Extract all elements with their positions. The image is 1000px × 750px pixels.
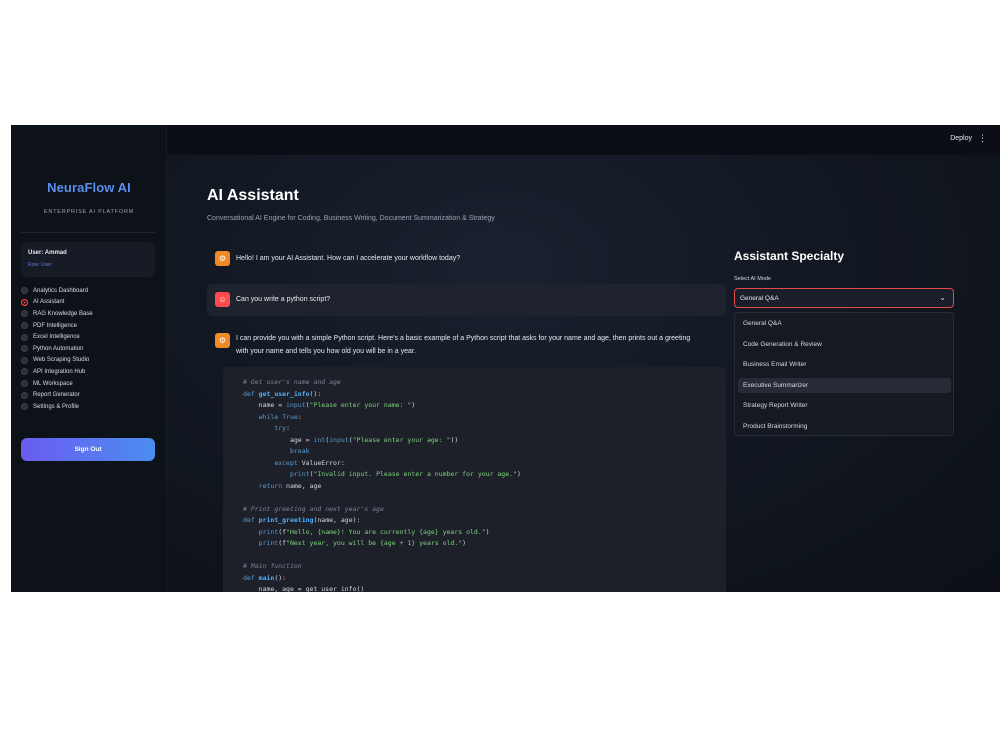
top-bar: Deploy ⋮: [167, 125, 1000, 155]
radio-icon[interactable]: [21, 322, 28, 330]
radio-icon[interactable]: [21, 380, 28, 388]
code-line: age = int(input("Please enter your age: …: [243, 435, 459, 444]
code-line: name, age = get_user_info(): [243, 585, 365, 592]
sidebar-item-label: Analytics Dashboard: [33, 287, 89, 294]
radio-icon[interactable]: [21, 403, 28, 411]
radio-icon[interactable]: [21, 356, 28, 364]
code-line: except ValueError:: [274, 458, 345, 467]
ai-mode-label: Select AI Mode: [734, 276, 771, 282]
sidebar-divider: [21, 232, 155, 233]
code-line: def print_greeting(name, age):: [243, 516, 361, 524]
ai-mode-value: General Q&A: [740, 295, 779, 302]
code-line: def get_user_info():: [243, 389, 322, 398]
sidebar-item-rag-knowledge-base[interactable]: RAG Knowledge Base: [21, 308, 155, 320]
ai-mode-option[interactable]: General Q&A: [738, 316, 951, 331]
message-text: Can you write a python script?: [236, 296, 331, 303]
ai-mode-option[interactable]: Code Generation & Review: [738, 337, 951, 352]
app-window: NeuraFlow AI ENTERPRISE AI PLATFORM User…: [11, 125, 1000, 592]
sidebar-item-label: AI Assistant: [33, 299, 65, 306]
main-content: Deploy ⋮ AI Assistant Conversational AI …: [167, 125, 1000, 592]
sidebar-item-python-automation[interactable]: Python Automation: [21, 343, 155, 355]
ai-mode-option[interactable]: Strategy Report Writer: [738, 398, 951, 413]
sidebar-item-label: API Integration Hub: [33, 368, 86, 375]
chat-message-assistant: ⚙ Hello! I am your AI Assistant. How can…: [207, 248, 726, 270]
radio-icon[interactable]: [21, 345, 28, 353]
code-line: # Get user's name and age: [243, 378, 341, 386]
robot-icon: ⚙: [215, 251, 230, 266]
code-line: print(f"Hello, {name}! You are currently…: [258, 527, 490, 536]
radio-icon[interactable]: [21, 333, 28, 341]
sidebar-item-label: ML Workspace: [33, 380, 73, 387]
code-line: print("Invalid input. Please enter a num…: [289, 470, 521, 478]
sidebar-item-analytics-dashboard[interactable]: Analytics Dashboard: [21, 285, 155, 297]
sidebar-item-report-generator[interactable]: Report Generator: [21, 389, 155, 401]
sidebar-item-ml-workspace[interactable]: ML Workspace: [21, 378, 155, 390]
code-line: def main():: [243, 573, 287, 582]
sidebar-item-label: Settings & Profile: [33, 403, 80, 410]
radio-icon[interactable]: [21, 298, 28, 306]
ai-mode-option[interactable]: Product Brainstorming: [738, 419, 951, 434]
code-line: name = input("Please enter your name: "): [243, 401, 416, 409]
message-text: Hello! I am your AI Assistant. How can I…: [236, 255, 461, 262]
ai-mode-select[interactable]: General Q&A ⌄: [734, 288, 954, 308]
radio-icon[interactable]: [21, 391, 28, 399]
sidebar-item-web-scraping-studio[interactable]: Web Scraping Studio: [21, 355, 155, 367]
chat-message-user: ☺ Can you write a python script?: [207, 284, 726, 316]
sidebar-item-label: Web Scraping Studio: [33, 357, 90, 364]
code-line: return name, age: [258, 481, 322, 490]
specialty-title: Assistant Specialty: [734, 249, 845, 263]
radio-icon[interactable]: [21, 310, 28, 318]
sidebar-item-settings-profile[interactable]: Settings & Profile: [21, 401, 155, 413]
sidebar-item-label: Python Automation: [33, 345, 84, 352]
radio-icon[interactable]: [21, 287, 28, 295]
code-line: while True:: [258, 412, 302, 421]
code-line: # Print greeting and next year's age: [243, 504, 384, 513]
message-text: I can provide you with a simple Python s…: [236, 332, 690, 358]
brand-tagline: ENTERPRISE AI PLATFORM: [43, 209, 135, 215]
user-role: Role: User: [28, 262, 52, 268]
ai-mode-option[interactable]: Business Email Writer: [738, 357, 951, 372]
sidebar-nav: Analytics Dashboard AI Assistant RAG Knowl…: [21, 285, 155, 413]
sidebar-item-api-integration-hub[interactable]: API Integration Hub: [21, 366, 155, 378]
robot-icon: ⚙: [215, 333, 230, 348]
page-subtitle: Conversational AI Engine for Coding, Bus…: [207, 215, 495, 222]
sidebar: NeuraFlow AI ENTERPRISE AI PLATFORM User…: [11, 125, 167, 592]
sidebar-item-ai-assistant[interactable]: AI Assistant: [21, 297, 155, 309]
sidebar-item-label: Excel Intelligence: [33, 334, 80, 341]
message-line: I can provide you with a simple Python s…: [236, 335, 691, 342]
code-block: # Get user's name and age def get_user_in…: [223, 367, 726, 592]
code-line: try:: [274, 424, 290, 432]
user-avatar-icon: ☺: [215, 292, 230, 307]
chevron-down-icon: ⌄: [939, 293, 946, 302]
brand-name: NeuraFlow AI: [47, 180, 131, 195]
code-line: break: [289, 447, 310, 455]
code-line: print(f"Next year, you will be {age + 1}…: [258, 539, 467, 547]
page-title: AI Assistant: [207, 187, 299, 204]
sidebar-item-label: PDF Intelligence: [33, 322, 78, 329]
sidebar-item-pdf-intelligence[interactable]: PDF Intelligence: [21, 320, 155, 332]
sidebar-item-label: RAG Knowledge Base: [33, 310, 93, 317]
deploy-button[interactable]: Deploy: [950, 135, 972, 142]
ai-mode-dropdown: General Q&A Code Generation & Review Busin…: [734, 312, 954, 436]
sidebar-item-excel-intelligence[interactable]: Excel Intelligence: [21, 331, 155, 343]
radio-icon[interactable]: [21, 368, 28, 376]
message-line: with your name and tells you how old you…: [236, 348, 416, 355]
more-menu-icon[interactable]: ⋮: [978, 133, 987, 144]
sign-out-button[interactable]: Sign Out: [21, 438, 155, 461]
user-name: User: Ammad: [28, 250, 67, 256]
sidebar-item-label: Report Generator: [33, 392, 80, 399]
code-line: # Main function: [243, 562, 302, 570]
user-card: User: Ammad Role: User: [21, 242, 155, 277]
chat-message-assistant: ⚙ I can provide you with a simple Python…: [207, 330, 726, 362]
ai-mode-option[interactable]: Executive Summarizer: [738, 377, 951, 393]
